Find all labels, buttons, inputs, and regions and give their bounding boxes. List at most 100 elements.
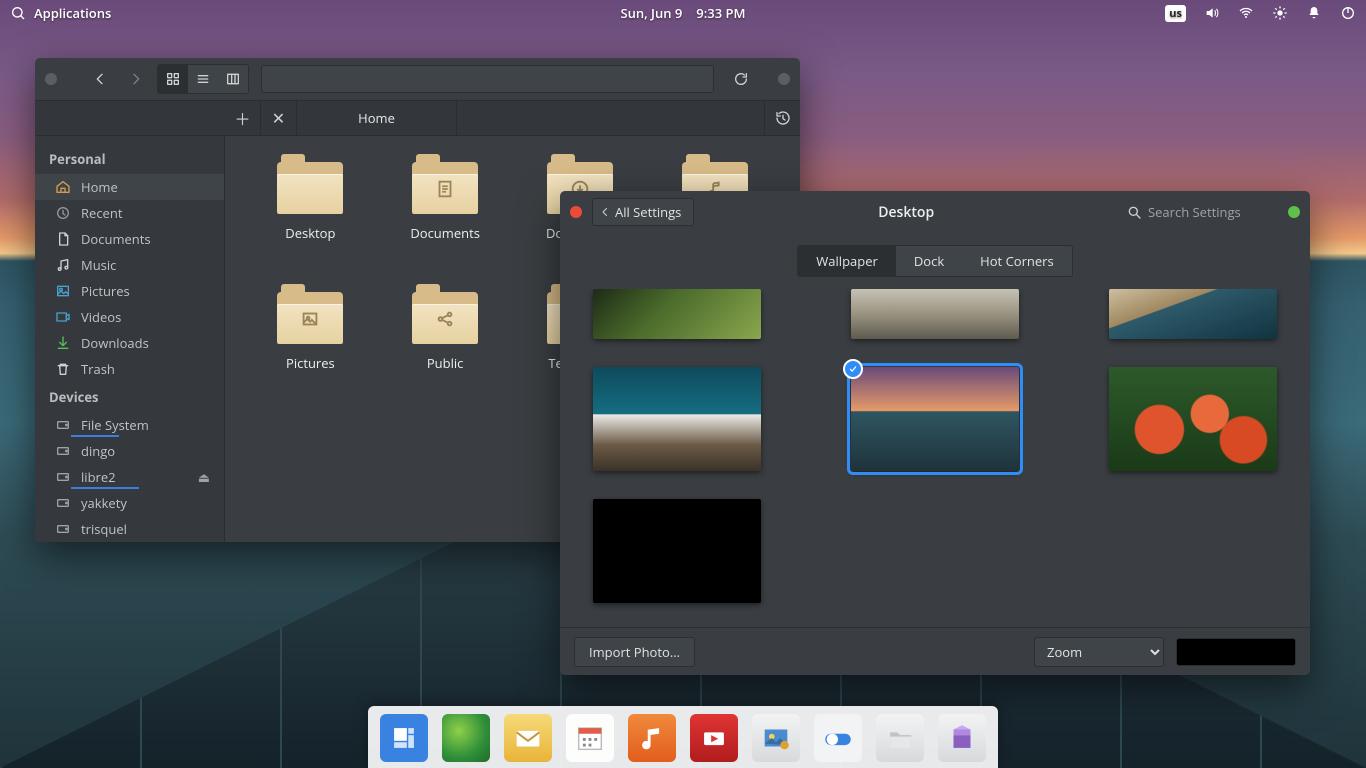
folder-pictures[interactable]: Pictures [243, 292, 378, 422]
recent-icon [55, 205, 71, 221]
view-grid-icon[interactable] [158, 65, 188, 93]
wallpaper-thumb-pier[interactable] [851, 367, 1019, 471]
dock-app-calendar[interactable] [566, 714, 614, 762]
dock-app-browser[interactable] [442, 714, 490, 762]
trash-icon [55, 361, 71, 377]
path-bar[interactable] [261, 65, 714, 93]
vid-icon [55, 309, 71, 325]
brightness-icon[interactable] [1272, 5, 1288, 21]
sidebar-item-label: Trash [81, 360, 115, 378]
notifications-icon[interactable] [1306, 5, 1322, 21]
back-button-label: All Settings [615, 203, 681, 221]
wallpaper-thumb-tulips[interactable] [1109, 367, 1277, 471]
tab-home[interactable]: Home [297, 100, 457, 136]
sidebar-item-libre2[interactable]: libre2⏏ [35, 464, 224, 490]
top-panel: Applications Sun, Jun 9 9:33 PM us [0, 0, 1366, 26]
all-settings-back-button[interactable]: All Settings [592, 198, 694, 226]
tab-dock[interactable]: Dock [896, 246, 962, 276]
dl-icon [55, 335, 71, 351]
dock-app-appcenter[interactable] [938, 714, 986, 762]
sidebar-item-music[interactable]: Music [35, 252, 224, 278]
sidebar-item-label: Pictures [81, 282, 130, 300]
doc-icon [55, 231, 71, 247]
panel-time[interactable]: 9:33 PM [696, 4, 745, 22]
wallpaper-thumb-mountain[interactable] [593, 367, 761, 471]
applications-menu[interactable]: Applications [10, 4, 111, 22]
browser-icon [449, 721, 483, 755]
drive-icon [55, 443, 71, 459]
nav-back-button[interactable] [85, 65, 115, 93]
tab-hot-corners[interactable]: Hot Corners [962, 246, 1072, 276]
power-icon[interactable] [1340, 5, 1356, 21]
history-button[interactable] [764, 100, 800, 136]
dock-app-switchboard[interactable] [814, 714, 862, 762]
folder-label: Desktop [285, 224, 335, 242]
wallpaper-grid[interactable] [560, 289, 1310, 627]
view-columns-icon[interactable] [218, 65, 248, 93]
photos-icon [759, 721, 793, 755]
drive-icon [55, 417, 71, 433]
sidebar-item-recent[interactable]: Recent [35, 200, 224, 226]
wallpaper-thumb-leaves[interactable] [593, 289, 761, 339]
volume-icon[interactable] [1204, 5, 1220, 21]
dock [368, 706, 998, 768]
folder-public[interactable]: Public [378, 292, 513, 422]
dock-app-photos[interactable] [752, 714, 800, 762]
sidebar-header-devices: Devices [35, 382, 224, 412]
sidebar-item-yakkety[interactable]: yakkety [35, 490, 224, 516]
background-color-swatch[interactable] [1176, 638, 1296, 666]
import-photo-button[interactable]: Import Photo… [574, 637, 695, 667]
sidebar-item-label: trisquel [81, 520, 127, 538]
folder-icon [412, 162, 478, 214]
wallpaper-thumb-coast[interactable] [1109, 289, 1277, 339]
sidebar-item-file-system[interactable]: File System [35, 412, 224, 438]
sidebar-item-trash[interactable]: Trash [35, 356, 224, 382]
dock-app-mail[interactable] [504, 714, 552, 762]
window-maximize-button[interactable] [1288, 206, 1300, 218]
video-icon [697, 721, 731, 755]
folder-icon [277, 292, 343, 344]
sidebar-item-pictures[interactable]: Pictures [35, 278, 224, 304]
folder-desktop[interactable]: Desktop [243, 162, 378, 292]
dock-app-music[interactable] [628, 714, 676, 762]
drive-icon [55, 521, 71, 537]
folder-documents[interactable]: Documents [378, 162, 513, 292]
dock-app-video[interactable] [690, 714, 738, 762]
dock-app-multitask[interactable] [380, 714, 428, 762]
window-maximize-button[interactable] [778, 73, 790, 85]
sidebar-item-label: libre2 [81, 468, 116, 486]
dock-app-files[interactable] [876, 714, 924, 762]
desktop-tabs[interactable]: Wallpaper Dock Hot Corners [797, 245, 1072, 277]
wallpaper-thumb-black[interactable] [593, 499, 761, 603]
sidebar-item-label: dingo [81, 442, 115, 460]
settings-title: Desktop [878, 203, 934, 222]
tab-wallpaper[interactable]: Wallpaper [798, 246, 896, 276]
sidebar-item-label: Recent [81, 204, 122, 222]
sidebar-item-label: File System [81, 416, 149, 434]
window-close-button[interactable] [45, 73, 57, 85]
sidebar-item-videos[interactable]: Videos [35, 304, 224, 330]
sidebar-item-trisquel[interactable]: trisquel [35, 516, 224, 542]
mail-icon [511, 721, 545, 755]
wallpaper-fit-select[interactable]: Zoom [1034, 637, 1164, 667]
search-placeholder: Search Settings [1148, 203, 1241, 221]
switchboard-icon [821, 721, 855, 755]
wallpaper-thumb-ridge[interactable] [851, 289, 1019, 339]
nav-forward-button[interactable] [121, 65, 151, 93]
wifi-icon[interactable] [1238, 5, 1254, 21]
sidebar-item-documents[interactable]: Documents [35, 226, 224, 252]
appcenter-icon [945, 721, 979, 755]
view-list-icon[interactable] [188, 65, 218, 93]
keyboard-layout-indicator[interactable]: us [1165, 5, 1186, 22]
new-tab-button[interactable]: ＋ [225, 100, 261, 136]
sidebar-item-dingo[interactable]: dingo [35, 438, 224, 464]
reload-button[interactable] [726, 65, 756, 93]
panel-date[interactable]: Sun, Jun 9 [620, 4, 682, 22]
sidebar-item-downloads[interactable]: Downloads [35, 330, 224, 356]
window-close-button[interactable] [570, 206, 582, 218]
multitask-icon [387, 721, 421, 755]
sidebar-item-home[interactable]: Home [35, 174, 224, 200]
close-tab-button[interactable]: ✕ [261, 100, 297, 136]
settings-search[interactable]: Search Settings [1118, 198, 1278, 226]
view-switcher[interactable] [157, 64, 249, 94]
